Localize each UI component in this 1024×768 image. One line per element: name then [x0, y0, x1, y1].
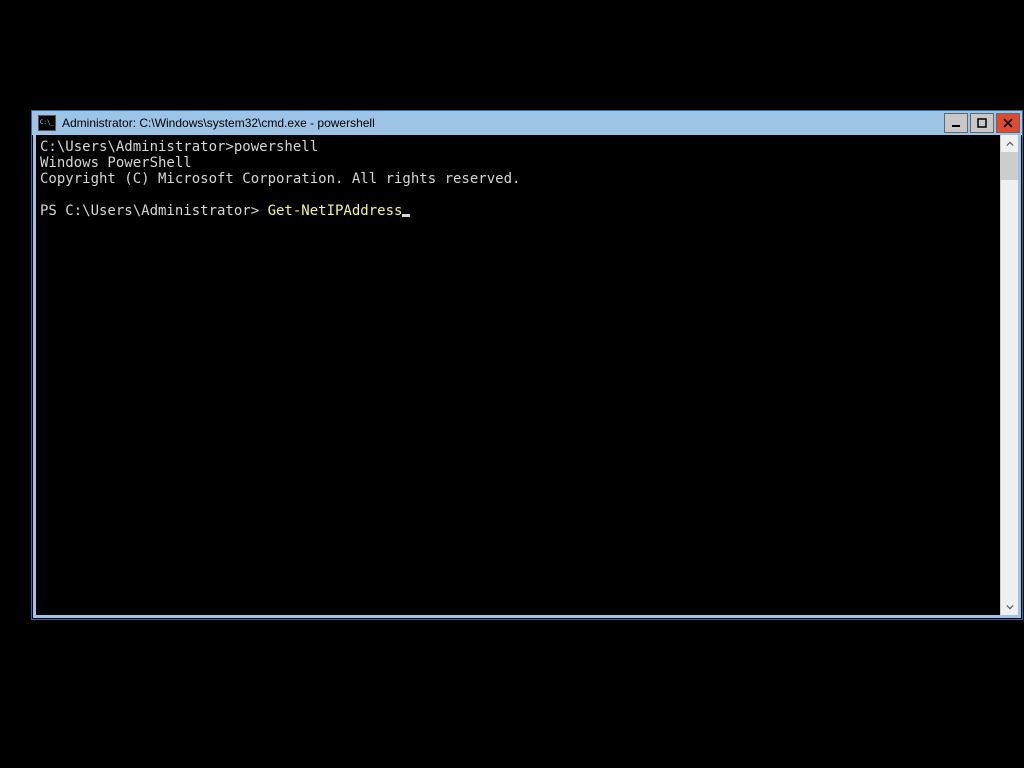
window-title: Administrator: C:\Windows\system32\cmd.e…	[62, 116, 944, 130]
prompt: PS C:\Users\Administrator>	[40, 203, 268, 219]
output-line: C:\Users\Administrator>powershell	[40, 139, 318, 155]
maximize-button[interactable]	[970, 113, 994, 133]
maximize-icon	[977, 118, 987, 128]
cmd-icon	[38, 115, 56, 131]
scrollbar-thumb[interactable]	[1001, 152, 1018, 180]
scrollbar-track[interactable]	[1001, 152, 1018, 598]
close-icon	[1003, 118, 1013, 128]
close-button[interactable]	[996, 113, 1020, 133]
output-line: Windows PowerShell	[40, 155, 192, 171]
terminal[interactable]: C:\Users\Administrator>powershell Window…	[36, 135, 1000, 615]
minimize-icon	[951, 118, 961, 128]
titlebar[interactable]: Administrator: C:\Windows\system32\cmd.e…	[32, 111, 1022, 135]
scroll-down-button[interactable]	[1001, 598, 1018, 615]
client-area: C:\Users\Administrator>powershell Window…	[36, 135, 1018, 615]
typed-command: Get-NetIPAddress	[268, 203, 403, 219]
scroll-up-button[interactable]	[1001, 135, 1018, 152]
minimize-button[interactable]	[944, 113, 968, 133]
output-line: Copyright (C) Microsoft Corporation. All…	[40, 171, 520, 187]
window-controls	[944, 111, 1022, 135]
text-cursor	[402, 214, 410, 217]
cmd-window: Administrator: C:\Windows\system32\cmd.e…	[31, 110, 1023, 620]
chevron-up-icon	[1006, 140, 1014, 148]
chevron-down-icon	[1006, 603, 1014, 611]
vertical-scrollbar[interactable]	[1000, 135, 1018, 615]
desktop: Administrator: C:\Windows\system32\cmd.e…	[0, 0, 1024, 768]
